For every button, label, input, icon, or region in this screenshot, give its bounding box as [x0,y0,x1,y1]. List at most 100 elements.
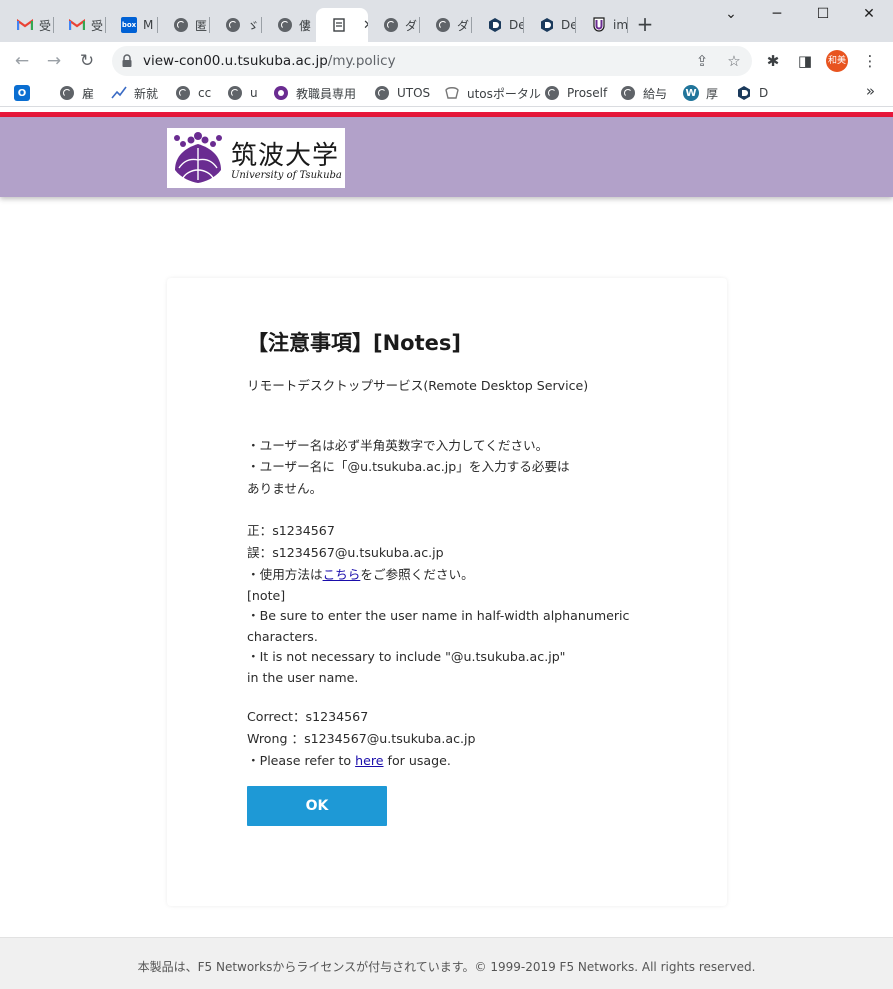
bookmark-item[interactable]: 雇 [59,84,94,102]
gmail-icon [69,17,85,33]
bookmark-item[interactable]: u [227,84,258,102]
page-content: 筑波大学 University of Tsukuba 【注意事項】[Notes]… [0,112,893,989]
en-note-tag: [note] [247,588,286,603]
jp-usage-line: ・使用方法はこちらをご参照ください。 [247,565,474,585]
browser-tab[interactable]: De [472,8,524,42]
bookmark-item[interactable]: W厚 [683,84,718,102]
tab-strip: 受 受 box M 匿 ゞ 僂 ✕ ダ ダ De De im [0,0,893,42]
bookmark-label: Proself [567,86,608,100]
new-tab-button[interactable]: + [633,13,657,37]
browser-tab[interactable]: ダ [368,8,420,42]
side-panel-icon[interactable]: ◨ [795,51,815,71]
tab-title: im [613,18,628,32]
gmail-icon [17,17,33,33]
bookmark-label: 教職員専用 [296,86,357,101]
profile-avatar[interactable]: 和美 [826,50,848,72]
document-icon [331,17,347,33]
bookmark-label: u [250,86,258,100]
hexagon-icon [487,17,503,33]
tab-title: ゞ [247,18,260,33]
reload-icon[interactable]: ↻ [76,50,98,72]
address-bar[interactable]: view-con00.u.tsukuba.ac.jp/my.policy ⇪ ☆ [112,46,752,76]
en-wrong-example: Wrong ：s1234567@u.tsukuba.ac.jp [247,731,476,746]
menu-kebab-icon[interactable]: ⋮ [860,51,880,71]
browser-tab[interactable]: 匿 [158,8,210,42]
browser-tab-active[interactable]: ✕ [316,8,368,42]
jp-rule-2: ・ユーザー名に「@u.tsukuba.ac.jp」を入力する必要は [247,459,570,474]
bookmark-star-icon[interactable]: ☆ [724,52,744,70]
bookmark-item[interactable]: cc [175,84,211,102]
en-usage-line: ・Please refer to here for usage. [247,751,451,771]
globe-icon [435,17,451,33]
bookmark-item[interactable]: D [736,84,768,102]
more-bookmarks-button[interactable]: » [866,82,875,100]
tab-search-icon[interactable]: ⌄ [716,6,746,26]
extensions-icon[interactable]: ✱ [763,51,783,71]
url-text: view-con00.u.tsukuba.ac.jp/my.policy [143,53,396,69]
globe-icon [277,17,293,33]
globe-icon [374,85,390,101]
url-host: view-con00.u.tsukuba.ac.jp [143,53,328,69]
bookmark-label: D [759,86,769,100]
minimize-icon[interactable]: ─ [762,6,792,26]
browser-tab[interactable]: 受 [2,8,54,42]
chart-icon [111,85,127,101]
lock-icon[interactable] [121,54,133,68]
share-icon[interactable]: ⇪ [692,52,712,70]
portal-icon [444,85,460,101]
en-usage-link[interactable]: here [355,753,383,768]
tab-title: De [509,18,524,32]
bookmark-item[interactable]: 教職員専用 [273,84,356,102]
bookmark-item[interactable]: Proself [544,84,607,102]
bookmark-label: 給与 [643,86,668,101]
browser-tab[interactable]: ダ [420,8,472,42]
browser-tab[interactable]: 僂 [262,8,316,42]
globe-icon [544,85,560,101]
bookmarks-bar: O 雇 新就 cc u 教職員専用 UTOS utosポータル Proself … [0,79,893,107]
browser-tab[interactable]: im [576,8,628,42]
copyright-text: 本製品は、F5 Networksからライセンスが付与されています。© 1999-… [137,960,756,974]
box-icon: box [121,17,137,33]
close-window-icon[interactable]: ✕ [854,6,884,26]
browser-tab[interactable]: 受 [54,8,106,42]
back-icon[interactable]: ← [11,50,33,72]
wordpress-icon: W [683,85,699,101]
u-shield-icon [591,17,607,33]
tab-title: ダ [405,18,418,33]
globe-icon [225,17,241,33]
site-header: 筑波大学 University of Tsukuba [0,117,893,197]
jp-usage-link[interactable]: こちら [323,567,361,582]
bookmark-item[interactable]: 新就 [111,84,158,102]
globe-icon [227,85,243,101]
bookmark-item[interactable]: utosポータル [444,84,541,102]
crest-icon [273,85,289,101]
page-footer: 本製品は、F5 Networksからライセンスが付与されています。© 1999-… [0,937,893,989]
bookmark-item[interactable]: UTOS [374,84,430,102]
jp-rule-1: ・ユーザー名は必ず半角英数字で入力してください。 [247,438,549,453]
bookmark-item[interactable]: 給与 [620,84,667,102]
bookmark-label: UTOS [397,86,431,100]
page-title: 【注意事項】[Notes] [247,331,461,355]
tab-title: ダ [457,18,470,33]
ok-button[interactable]: OK [247,786,387,826]
jp-wrong-example: 誤：s1234567@u.tsukuba.ac.jp [247,545,444,560]
browser-tab[interactable]: ゞ [210,8,262,42]
service-name: リモートデスクトップサービス(Remote Desktop Service) [247,378,589,393]
maximize-icon[interactable]: ☐ [808,6,838,26]
bookmark-label: utosポータル [467,86,541,101]
hexagon-icon [736,85,752,101]
browser-tab[interactable]: De [524,8,576,42]
forward-icon[interactable]: → [43,50,65,72]
en-rule-2: ・It is not necessary to include "@u.tsuk… [247,649,566,664]
bookmark-item[interactable]: O [14,84,37,102]
browser-toolbar: ← → ↻ view-con00.u.tsukuba.ac.jp/my.poli… [0,42,893,79]
en-usage-text: ・Please refer to [247,753,356,768]
jp-rule-2-cont: ありません。 [247,481,323,496]
notes-card: 【注意事項】[Notes] リモートデスクトップサービス(Remote Desk… [167,278,727,906]
en-rule-1-cont: characters. [247,629,318,644]
en-rule-2-cont: in the user name. [247,670,359,685]
browser-tab[interactable]: box M [106,8,158,42]
tab-title: 受 [39,18,52,33]
jp-usage-text-after: をご参照ください。 [360,567,474,582]
outlook-icon: O [14,85,30,101]
